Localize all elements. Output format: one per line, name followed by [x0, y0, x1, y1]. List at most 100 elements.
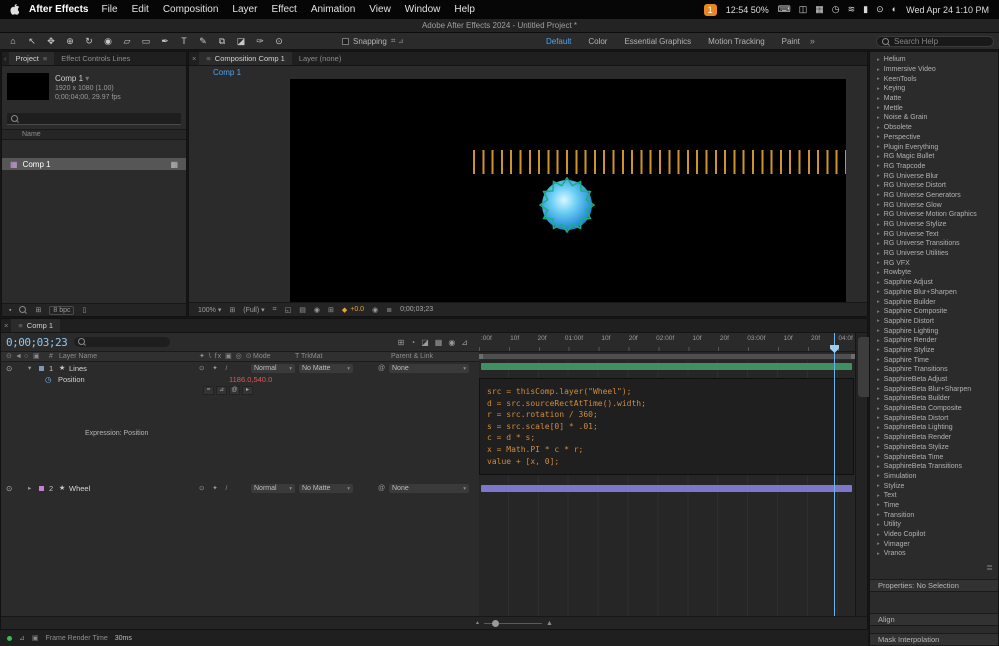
- timeline-toggle-icon[interactable]: ⊞: [398, 338, 405, 347]
- chevron-right-icon[interactable]: ▸: [877, 134, 880, 140]
- workspace-tab[interactable]: Paint: [782, 37, 800, 46]
- effects-category-row[interactable]: ▸ Matte: [870, 94, 998, 104]
- panel-options-icon[interactable]: ≣: [986, 563, 993, 572]
- blend-mode-select[interactable]: Normal ▾: [251, 364, 295, 373]
- zoom-out-frames-icon[interactable]: ▲: [475, 620, 480, 626]
- effects-category-row[interactable]: ▸ SapphireBeta Composite: [870, 404, 998, 414]
- chevron-right-icon[interactable]: ▸: [877, 231, 880, 237]
- effects-category-row[interactable]: ▸ RG Magic Bullet: [870, 152, 998, 162]
- chevron-right-icon[interactable]: ▸: [877, 318, 880, 324]
- layer-name[interactable]: Wheel: [69, 483, 90, 494]
- tab-composition[interactable]: ≡ Composition Comp 1: [199, 52, 292, 65]
- column-mode[interactable]: Mode: [253, 352, 271, 362]
- tab-timeline-comp1[interactable]: ≡ Comp 1: [11, 319, 61, 332]
- current-time-indicator[interactable]: [834, 333, 835, 616]
- effects-category-row[interactable]: ▸ Sapphire Composite: [870, 307, 998, 317]
- tool-icon[interactable]: ✑: [255, 36, 265, 47]
- effects-category-row[interactable]: ▸ SapphireBeta Builder: [870, 394, 998, 404]
- timeline-toggle-icon[interactable]: ◔: [410, 338, 415, 347]
- chevron-right-icon[interactable]: ▸: [877, 260, 880, 266]
- bit-depth-indicator[interactable]: 8 bpc: [49, 305, 75, 315]
- tool-icon[interactable]: ↻: [84, 36, 94, 47]
- tab-project[interactable]: Project ≡: [8, 52, 55, 65]
- effects-category-row[interactable]: ▸ Simulation: [870, 472, 998, 482]
- pick-whip-icon[interactable]: @: [378, 483, 385, 494]
- notification-badge[interactable]: 1: [703, 3, 717, 16]
- chevron-right-icon[interactable]: ▸: [877, 512, 880, 518]
- safe-margins-icon[interactable]: ⌗: [273, 306, 277, 314]
- track-matte-select[interactable]: No Matte ▾: [299, 484, 353, 493]
- layer-label-chip[interactable]: [39, 366, 44, 371]
- workspace-tab[interactable]: Motion Tracking: [708, 37, 764, 46]
- tool-icon[interactable]: ✎: [198, 36, 208, 47]
- work-area-bar[interactable]: [479, 353, 855, 360]
- effects-category-row[interactable]: ▸ Utility: [870, 520, 998, 530]
- mask-interpolation-panel-header[interactable]: Mask Interpolation: [870, 633, 998, 646]
- time-ruler[interactable]: :00f 10f 20f 01:00f 10f 20f 02:00f 10f 20f 03:00f…: [479, 333, 855, 352]
- grid-icon[interactable]: ⊞: [35, 306, 41, 314]
- chevron-right-icon[interactable]: ▸: [877, 280, 880, 286]
- tool-icon[interactable]: ⌂: [8, 36, 18, 47]
- expression-code-line[interactable]: x = Math.PI * c * r;: [487, 444, 853, 456]
- chevron-right-icon[interactable]: ▸: [877, 444, 880, 450]
- effects-category-row[interactable]: ▸ Sapphire Transitions: [870, 365, 998, 375]
- tool-icon[interactable]: T: [179, 36, 189, 47]
- chevron-right-icon[interactable]: ▸: [877, 222, 880, 228]
- tab-effect-controls[interactable]: Effect Controls Lines: [54, 52, 137, 65]
- effects-category-row[interactable]: ▸ Perspective: [870, 133, 998, 143]
- effects-category-row[interactable]: ▸ Transition: [870, 510, 998, 520]
- panel-menu-icon[interactable]: ≡: [206, 54, 210, 63]
- status-icon[interactable]: ◷: [832, 0, 840, 19]
- menu-item[interactable]: Composition: [163, 4, 219, 15]
- chevron-right-icon[interactable]: ▸: [877, 357, 880, 363]
- expression-code-line[interactable]: c = d * s;: [487, 432, 853, 444]
- panel-menu-icon[interactable]: ≡: [18, 321, 22, 330]
- effects-category-row[interactable]: ▸ Sapphire Lighting: [870, 326, 998, 336]
- pick-whip-icon[interactable]: @: [378, 363, 385, 374]
- effects-category-row[interactable]: ▸ Sapphire Adjust: [870, 278, 998, 288]
- expression-code-line[interactable]: d = src.sourceRectAtTime().width;: [487, 398, 853, 410]
- tool-icon[interactable]: ⧉: [217, 36, 227, 47]
- effects-category-row[interactable]: ▸ Sapphire Time: [870, 355, 998, 365]
- column-parent-link[interactable]: Parent & Link: [391, 352, 433, 362]
- effects-category-row[interactable]: ▸ SapphireBeta Render: [870, 433, 998, 443]
- effects-category-row[interactable]: ▸ Sapphire Blur+Sharpen: [870, 288, 998, 298]
- expression-code-line[interactable]: src = thisComp.layer("Wheel");: [487, 386, 853, 398]
- layer-switches[interactable]: ⊙ ✦ /: [199, 483, 230, 494]
- project-item-comp1[interactable]: ▦ Comp 1 ▦: [2, 158, 186, 170]
- folder-icon[interactable]: ▪: [9, 307, 11, 314]
- chevron-right-icon[interactable]: ▸: [877, 541, 880, 547]
- camera-view-icon[interactable]: ◉: [314, 306, 320, 314]
- effects-category-row[interactable]: ▸ SapphireBeta Adjust: [870, 375, 998, 385]
- workspace-tab[interactable]: Default: [546, 37, 571, 46]
- trash-icon[interactable]: ▯: [82, 306, 86, 314]
- timeline-search-input[interactable]: [74, 337, 171, 347]
- chevron-right-icon[interactable]: ▸: [877, 483, 880, 489]
- region-of-interest-icon[interactable]: ⊞: [328, 306, 334, 314]
- solo-column-icon[interactable]: ○: [24, 352, 28, 362]
- close-icon[interactable]: ×: [1, 321, 11, 330]
- comp-thumbnail[interactable]: [7, 73, 49, 100]
- track-matte-select[interactable]: No Matte ▾: [299, 364, 353, 373]
- chevron-right-icon[interactable]: ▸: [877, 551, 880, 557]
- comp-breadcrumb[interactable]: Comp 1: [189, 66, 867, 78]
- effects-category-row[interactable]: ▸ Vimager: [870, 539, 998, 549]
- channel-menu-icon[interactable]: ≣: [386, 306, 392, 314]
- timeline-track-area[interactable]: :00f 10f 20f 01:00f 10f 20f 02:00f 10f 20f 03:00f…: [479, 333, 855, 616]
- current-time-display[interactable]: 0;00;03;23: [6, 336, 68, 349]
- status-icon[interactable]: ◐: [892, 0, 897, 19]
- effects-category-row[interactable]: ▸ Rowbyte: [870, 268, 998, 278]
- workspace-tab[interactable]: Essential Graphics: [624, 37, 691, 46]
- blend-mode-select[interactable]: Normal ▾: [251, 484, 295, 493]
- effects-category-row[interactable]: ▸ Noise & Grain: [870, 113, 998, 123]
- expression-graph-icon[interactable]: ⊿: [216, 386, 227, 395]
- effects-category-row[interactable]: ▸ Sapphire Stylize: [870, 346, 998, 356]
- effects-category-row[interactable]: ▸ Text: [870, 491, 998, 501]
- effects-category-row[interactable]: ▸ Plugin Everything: [870, 142, 998, 152]
- apple-logo-icon[interactable]: [10, 4, 19, 15]
- effects-category-row[interactable]: ▸ RG Universe Stylize: [870, 220, 998, 230]
- chevron-right-icon[interactable]: ▸: [877, 396, 880, 402]
- composition-viewport[interactable]: [290, 79, 846, 303]
- layer-label-chip[interactable]: [39, 486, 44, 491]
- column-switches-icons[interactable]: ✦ \ fx ▣ ◎ ⊙: [199, 352, 253, 362]
